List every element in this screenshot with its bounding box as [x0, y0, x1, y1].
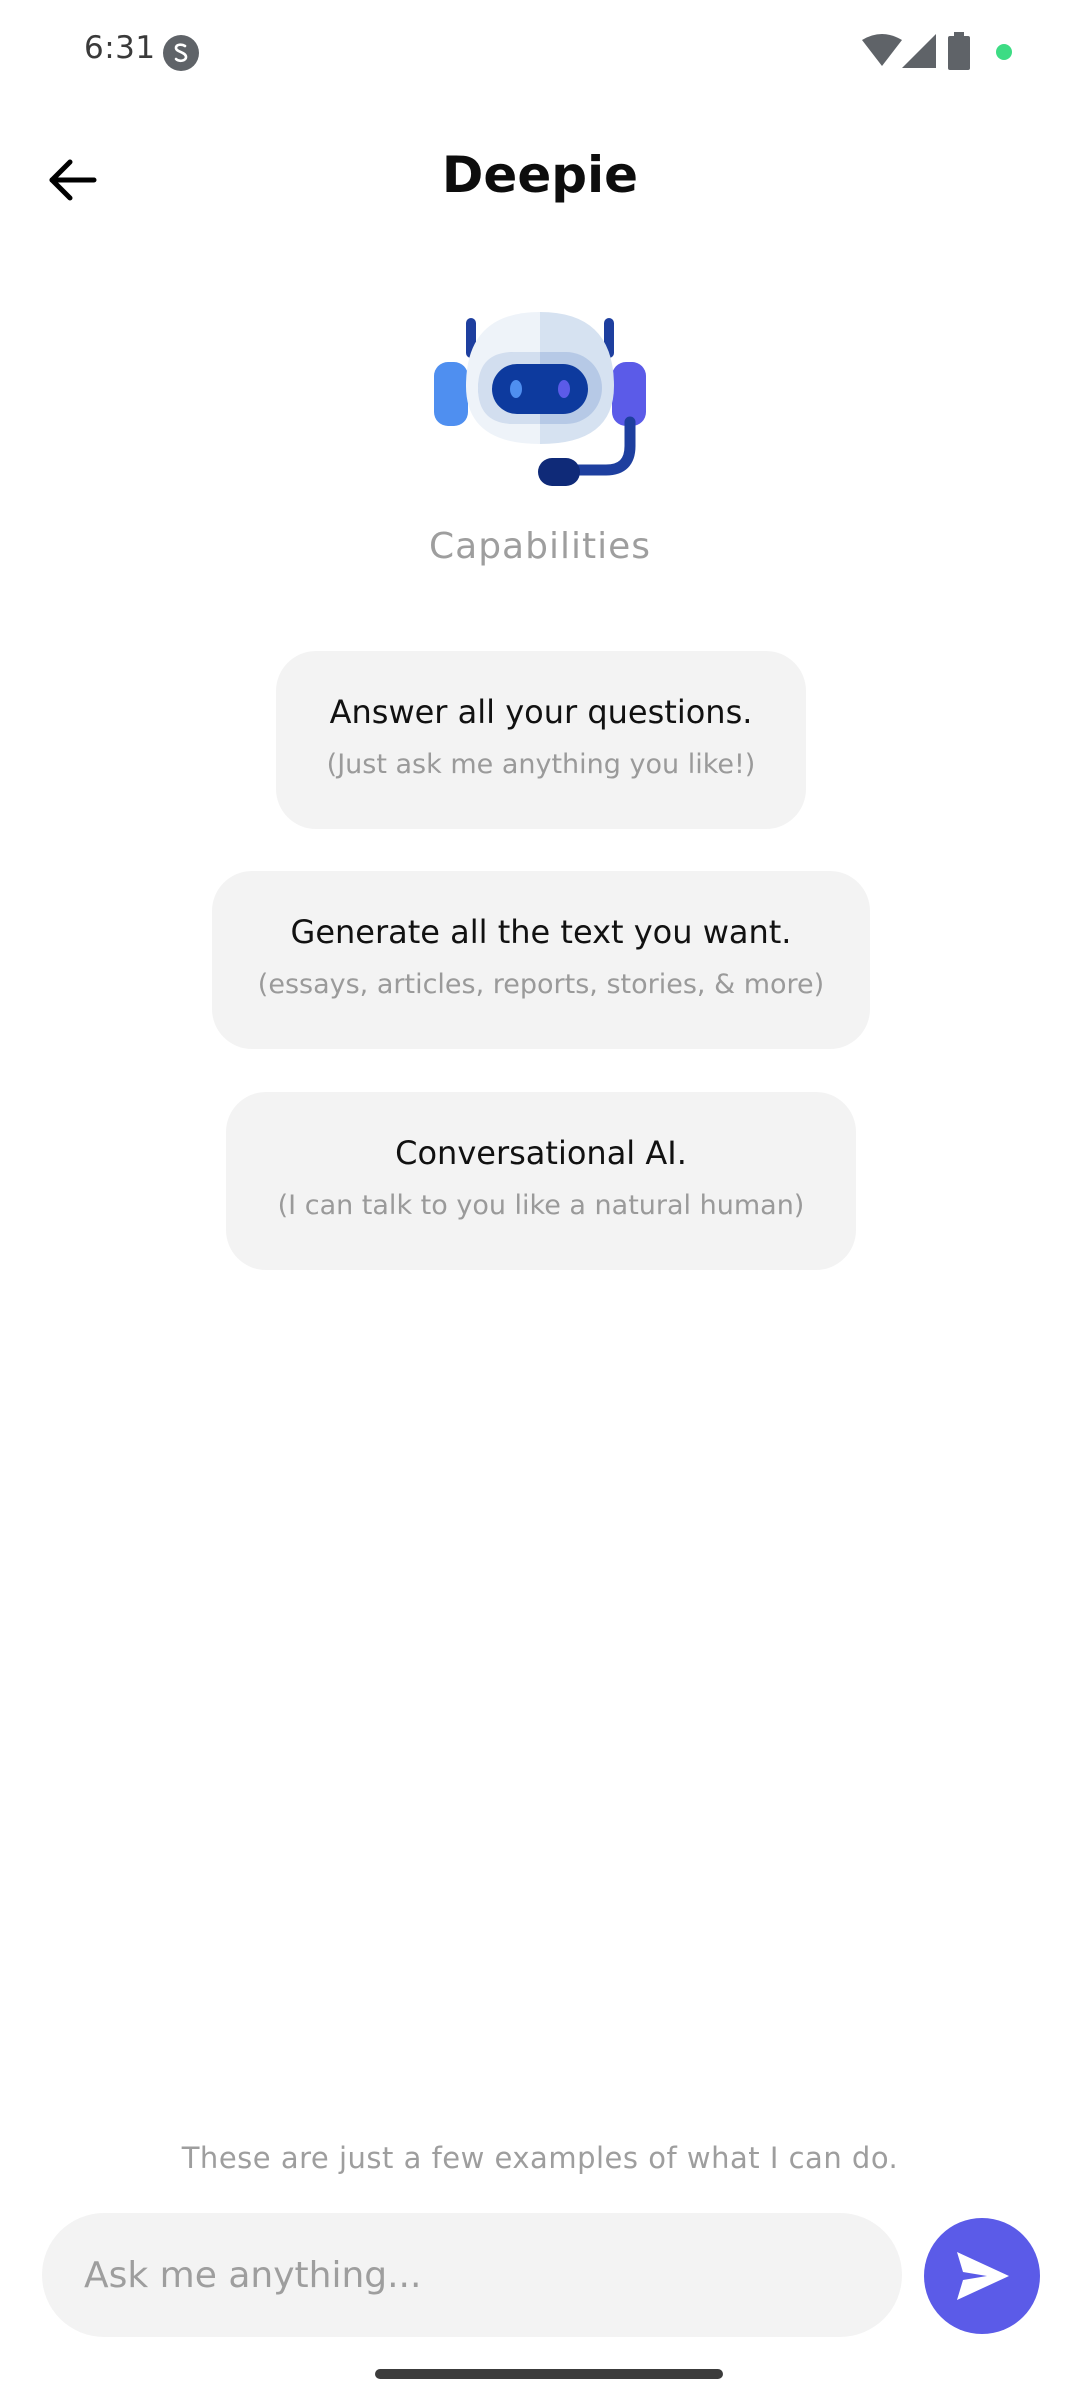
capability-title: Conversational AI. — [395, 1134, 687, 1172]
chat-input-container — [42, 2213, 902, 2337]
page-title: Deepie — [441, 146, 639, 204]
capability-subtitle: (Just ask me anything you like!) — [326, 749, 756, 780]
send-icon — [957, 2252, 1009, 2300]
examples-hint: These are just a few examples of what I … — [181, 2141, 899, 2175]
capability-title: Answer all your questions. — [329, 693, 753, 731]
gesture-nav-bar[interactable] — [375, 2369, 723, 2379]
capability-card: Conversational AI. (I can talk to you li… — [226, 1092, 856, 1270]
capability-card: Answer all your questions. (Just ask me … — [276, 651, 806, 829]
send-button[interactable] — [924, 2218, 1040, 2334]
robot-headset-icon — [430, 306, 650, 496]
privacy-indicator-dot — [996, 44, 1012, 60]
battery-icon — [948, 32, 970, 70]
capability-subtitle: (essays, articles, reports, stories, & m… — [257, 969, 825, 1000]
status-time: 6:31 — [84, 30, 156, 66]
status-icons — [840, 0, 1080, 100]
capability-card: Generate all the text you want. (essays,… — [212, 871, 870, 1049]
cell-signal-icon — [902, 34, 936, 68]
capability-subtitle: (I can talk to you like a natural human) — [277, 1190, 805, 1221]
app-header: Deepie — [0, 120, 1080, 240]
status-bar: 6:31 — [0, 0, 1080, 100]
capabilities-heading: Capabilities — [429, 526, 651, 567]
wifi-icon — [862, 34, 902, 66]
app-notification-icon — [163, 35, 199, 71]
chat-input[interactable] — [84, 2213, 864, 2337]
capability-title: Generate all the text you want. — [290, 913, 792, 951]
